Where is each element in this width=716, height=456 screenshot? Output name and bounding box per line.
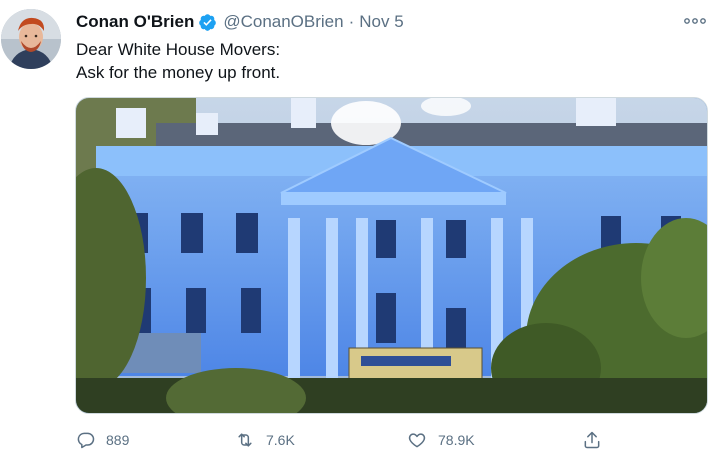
white-house-photo [76,98,707,413]
tweet-text-line-1: Dear White House Movers: [76,40,281,59]
share-button[interactable] [582,428,612,452]
tweet-media[interactable] [75,97,708,414]
display-name[interactable]: Conan O'Brien [76,12,194,32]
reply-icon [77,432,95,449]
tweet[interactable]: Conan O'Brien @ConanOBrien · Nov 5 Dear … [0,0,716,456]
tweet-header: Conan O'Brien @ConanOBrien · Nov 5 [76,10,404,34]
reply-button[interactable]: 889 [76,428,129,452]
tweet-actions: 889 7.6K 78.9K [76,428,616,452]
avatar[interactable] [1,9,61,69]
retweet-icon [238,433,252,447]
retweet-button[interactable]: 7.6K [234,428,295,452]
like-button[interactable]: 78.9K [406,428,475,452]
reply-count: 889 [106,432,130,448]
like-count: 78.9K [438,432,475,448]
tweet-text-line-2: Ask for the money up front. [76,63,281,82]
handle[interactable]: @ConanOBrien [223,12,343,32]
separator: · [348,12,355,31]
share-icon [584,431,600,449]
tweet-date[interactable]: Nov 5 [359,12,403,32]
verified-badge-icon [198,13,217,32]
tweet-text: Dear White House Movers: Ask for the mon… [76,38,280,84]
more-options-icon[interactable] [682,12,708,30]
avatar-image [1,9,61,69]
retweet-count: 7.6K [266,432,295,448]
like-icon [408,433,426,448]
